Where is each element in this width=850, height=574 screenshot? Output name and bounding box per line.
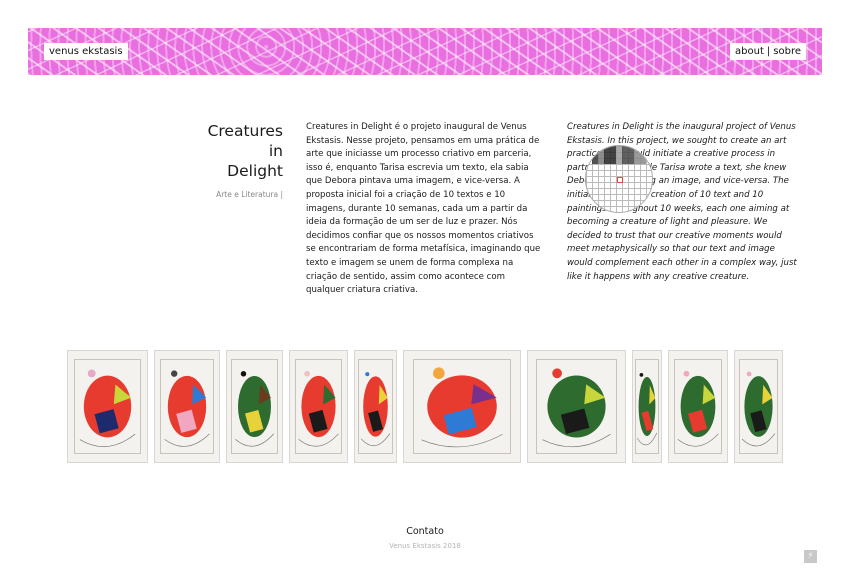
artwork-dot (433, 367, 445, 379)
lightning-icon[interactable]: ⚡ (804, 550, 817, 563)
artwork-image (235, 371, 275, 447)
artwork-image (164, 370, 210, 447)
nav-sobre-link[interactable]: sobre (773, 46, 801, 57)
artwork-image (636, 372, 658, 446)
project-text-pt: Creatures in Delight é o projeto inaugur… (306, 122, 541, 296)
project-title-block: Creatures in Delight Arte e Literatura | (180, 121, 283, 199)
project-title-line: in (268, 142, 283, 160)
project-title-line: Creatures (207, 122, 283, 140)
gallery-thumb[interactable] (354, 350, 397, 463)
artwork-dot (87, 369, 96, 378)
artwork-image (677, 370, 719, 447)
artwork-image (421, 367, 503, 448)
gallery-thumb[interactable] (632, 350, 662, 463)
top-nav: about | sobre (730, 43, 806, 60)
artwork-dot (171, 370, 178, 377)
gallery-thumb[interactable] (668, 350, 728, 463)
gallery-thumb[interactable] (403, 350, 521, 463)
gallery-thumb[interactable] (289, 350, 348, 463)
gallery-thumb[interactable] (734, 350, 783, 463)
artwork-dot (365, 372, 370, 377)
artwork-dot (240, 371, 247, 377)
magnifier-overlay (585, 145, 653, 213)
artwork-image (741, 371, 776, 447)
gallery-thumb[interactable] (527, 350, 626, 463)
artwork-dot (683, 370, 690, 377)
artwork-dot (552, 368, 562, 379)
nav-separator: | (766, 46, 771, 57)
project-title-line: Delight (227, 162, 283, 180)
gallery-thumb[interactable] (154, 350, 220, 463)
gallery-thumb[interactable] (67, 350, 148, 463)
copyright-text: Venus Ekstasis 2018 (389, 542, 461, 550)
project-category-link[interactable]: Arte e Literatura | (180, 190, 283, 199)
artwork-dot (746, 371, 752, 377)
artwork-dot (304, 370, 310, 377)
artwork-image (360, 372, 391, 446)
artwork-image (79, 369, 136, 447)
site-brand-link[interactable]: venus ekstasis (44, 43, 128, 60)
artwork-dot (639, 372, 644, 377)
contact-link[interactable]: Contato (0, 526, 850, 537)
magnifier-zoomed-pixels (592, 146, 646, 164)
nav-about-link[interactable]: about (735, 46, 764, 57)
artwork-image (298, 370, 339, 447)
project-title: Creatures in Delight (180, 121, 283, 181)
header-banner: venus ekstasis about | sobre (28, 28, 822, 75)
artwork-image (542, 368, 611, 448)
magnifier-crosshair (617, 177, 623, 183)
gallery-thumb[interactable] (226, 350, 283, 463)
